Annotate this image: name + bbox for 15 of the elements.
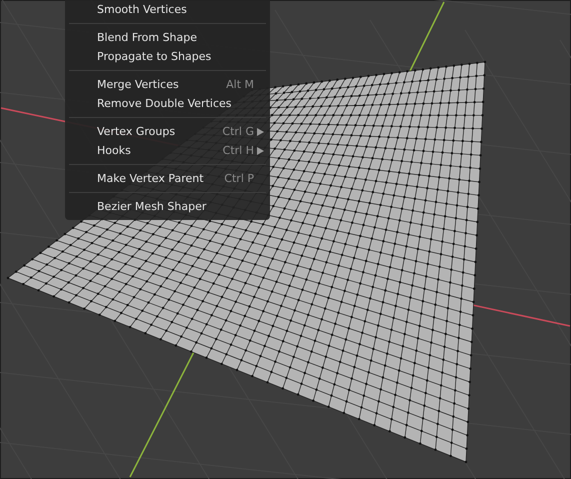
menu-item[interactable]: Smooth Vertices [65, 0, 270, 19]
submenu-arrow-icon [257, 128, 264, 136]
menu-item[interactable]: Merge Vertices Alt M [65, 75, 270, 94]
shortcut-label: Ctrl H [222, 144, 254, 157]
menu-item[interactable]: Blend From Shape [65, 28, 270, 47]
menu-item[interactable]: Make Vertex Parent Ctrl P [65, 169, 270, 188]
menu-item[interactable]: Remove Double Vertices [65, 94, 270, 113]
menu-item[interactable]: Vertex Groups Ctrl G [65, 122, 270, 141]
menu-item[interactable]: Propagate to Shapes [65, 47, 270, 66]
shortcut-label: Alt M [226, 78, 254, 91]
submenu-arrow-icon [257, 146, 264, 154]
shortcut-label: Ctrl P [224, 172, 254, 185]
menu-item[interactable]: Hooks Ctrl H [65, 141, 270, 160]
menu-item[interactable]: Bezier Mesh Shaper [65, 197, 270, 216]
shortcut-label: Ctrl G [222, 125, 254, 138]
